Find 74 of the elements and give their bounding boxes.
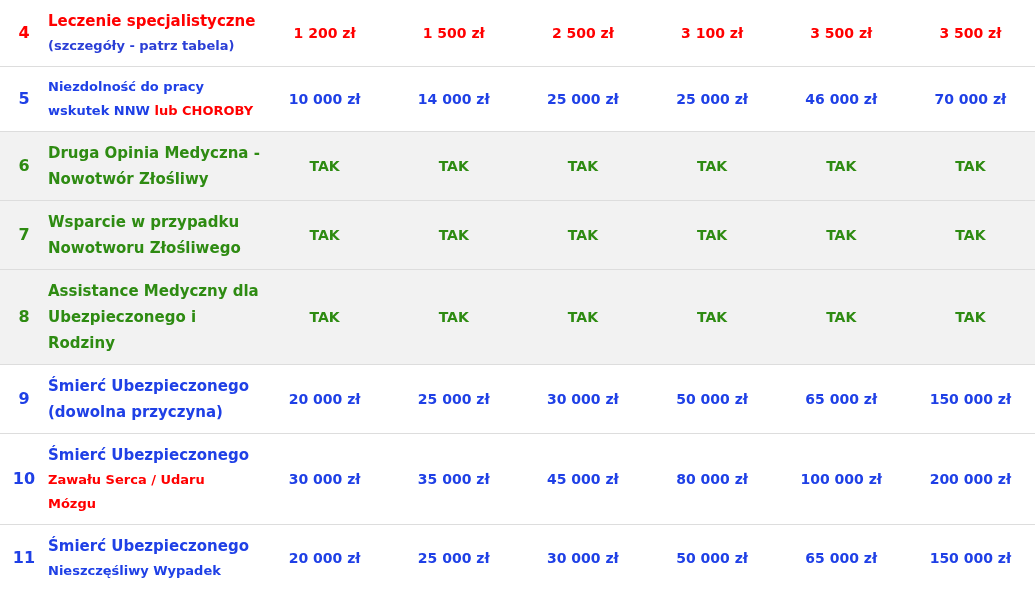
row-number: 7 — [17, 224, 31, 246]
row-label: Wsparcie w przypadku — [48, 212, 240, 233]
table-cell: 46 000 zł — [805, 91, 878, 107]
table-cell: 30 000 zł — [547, 550, 619, 566]
table-cell: 25 000 zł — [547, 91, 619, 107]
table-cell: TAK — [955, 309, 986, 325]
row-number: 8 — [17, 306, 31, 328]
table-cell: 25 000 zł — [676, 91, 748, 107]
table-cell: TAK — [697, 158, 728, 174]
table-cell: 1 200 zł — [293, 25, 356, 41]
row-label: Druga Opinia Medyczna - — [48, 143, 260, 164]
table-cell: 50 000 zł — [676, 550, 748, 566]
table-cell: TAK — [309, 227, 340, 243]
row-number: 11 — [11, 547, 37, 569]
table-cell: 3 500 zł — [810, 25, 873, 41]
table-cell: 2 500 zł — [551, 25, 614, 41]
row-label: Rodziny — [48, 333, 115, 354]
row-label: Mózgu — [48, 495, 96, 513]
table-cell: 30 000 zł — [547, 391, 619, 407]
row-label: Ubezpieczonego i — [48, 307, 197, 328]
table-cell: 150 000 zł — [929, 550, 1012, 566]
row-label: Assistance Medyczny dla — [48, 281, 259, 302]
row-label: (szczegóły - patrz tabela) — [48, 37, 235, 55]
table-cell: 25 000 zł — [417, 391, 490, 407]
table-cell: TAK — [826, 227, 857, 243]
row-label: Śmierć Ubezpieczonego — [48, 535, 249, 557]
row-number: 6 — [17, 155, 31, 177]
row-number: 10 — [11, 468, 37, 490]
table-cell: 25 000 zł — [417, 550, 490, 566]
row-label: Leczenie specjalistyczne — [48, 11, 256, 32]
row-label: wskutek NNW lub CHOROBY — [48, 102, 254, 120]
table-cell: 35 000 zł — [417, 471, 490, 487]
row-label: Nowotworu Złośliwego — [48, 238, 241, 259]
table-cell: 20 000 zł — [288, 550, 361, 566]
table-cell: 3 500 zł — [939, 25, 1002, 41]
row-label: Śmierć Ubezpieczonego — [48, 375, 249, 397]
table-cell: 200 000 zł — [929, 471, 1012, 487]
table-cell: TAK — [826, 309, 857, 325]
row-label: Nowotwór Złośliwy — [48, 169, 209, 190]
table-cell: 30 000 zł — [288, 471, 361, 487]
table-cell: TAK — [567, 158, 598, 174]
table-cell: 65 000 zł — [805, 550, 878, 566]
table-cell: TAK — [309, 309, 340, 325]
table-cell: 10 000 zł — [288, 91, 361, 107]
table-cell: 80 000 zł — [676, 471, 748, 487]
table-cell: TAK — [955, 158, 986, 174]
table-cell: TAK — [697, 227, 728, 243]
row-number: 5 — [17, 88, 31, 110]
row-label: Zawału Serca / Udaru — [48, 471, 205, 489]
table-cell: TAK — [438, 309, 469, 325]
row-label: (dowolna przyczyna) — [48, 402, 223, 423]
table-cell: TAK — [826, 158, 857, 174]
row-label: Niezdolność do pracy — [48, 78, 204, 96]
table-cell: 70 000 zł — [934, 91, 1007, 107]
table-cell: TAK — [567, 227, 598, 243]
table-cell: 3 100 zł — [681, 25, 744, 41]
table-cell: TAK — [697, 309, 728, 325]
table-cell: 150 000 zł — [929, 391, 1012, 407]
table-cell: 45 000 zł — [547, 471, 619, 487]
table-cell: 20 000 zł — [288, 391, 361, 407]
row-label: Śmierć Ubezpieczonego — [48, 444, 249, 466]
table-cell: 100 000 zł — [800, 471, 882, 487]
table-cell: TAK — [438, 227, 469, 243]
table-cell: TAK — [955, 227, 986, 243]
table-cell: TAK — [309, 158, 340, 174]
row-number: 4 — [17, 22, 31, 44]
table-cell: 50 000 zł — [676, 391, 748, 407]
table-cell: TAK — [438, 158, 469, 174]
table-cell: TAK — [567, 309, 598, 325]
table-cell: 1 500 zł — [422, 25, 485, 41]
row-number: 9 — [17, 388, 31, 410]
row-label: Nieszczęśliwy Wypadek — [48, 562, 221, 580]
table-cell: 65 000 zł — [805, 391, 878, 407]
table-cell: 14 000 zł — [417, 91, 490, 107]
